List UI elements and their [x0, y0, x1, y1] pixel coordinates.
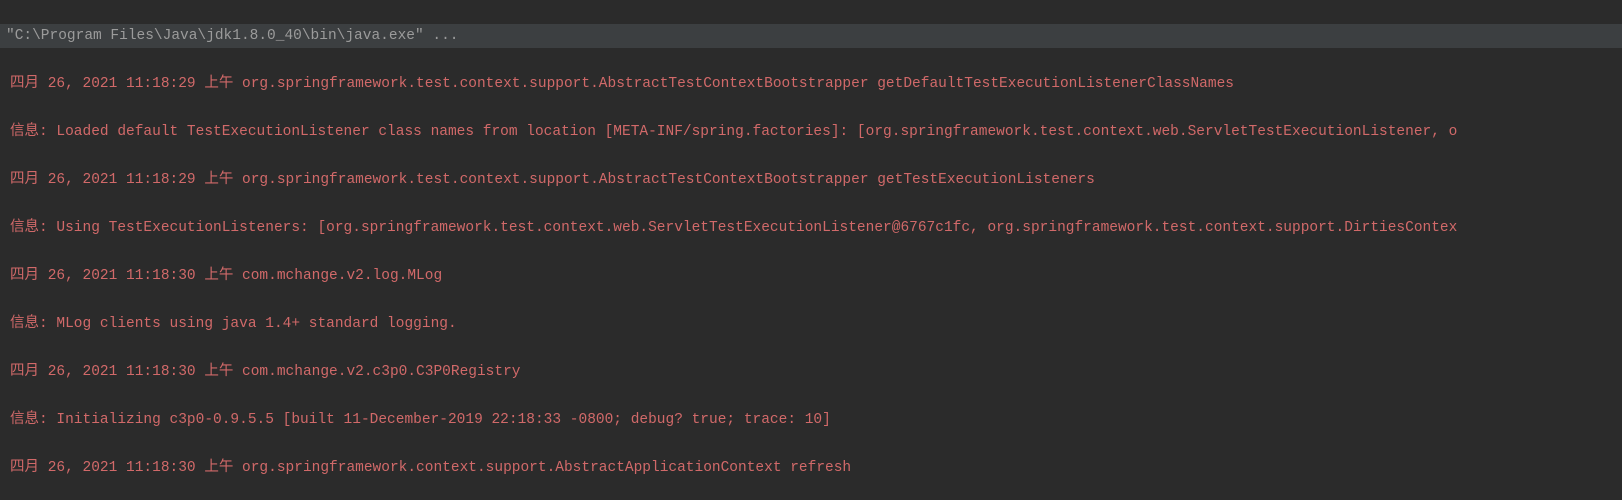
log-line: 信息: Loaded default TestExecutionListener…	[0, 120, 1622, 144]
log-line: 四月 26, 2021 11:18:29 上午 org.springframew…	[0, 72, 1622, 96]
log-line: 信息: Using TestExecutionListeners: [org.s…	[0, 216, 1622, 240]
console-output[interactable]: "C:\Program Files\Java\jdk1.8.0_40\bin\j…	[0, 0, 1622, 500]
log-line: 信息: Initializing c3p0-0.9.5.5 [built 11-…	[0, 408, 1622, 432]
log-line: 四月 26, 2021 11:18:30 上午 org.springframew…	[0, 456, 1622, 480]
log-line: 信息: MLog clients using java 1.4+ standar…	[0, 312, 1622, 336]
command-line-header: "C:\Program Files\Java\jdk1.8.0_40\bin\j…	[0, 24, 1622, 48]
log-line: 四月 26, 2021 11:18:30 上午 com.mchange.v2.c…	[0, 360, 1622, 384]
log-line: 四月 26, 2021 11:18:29 上午 org.springframew…	[0, 168, 1622, 192]
log-line: 四月 26, 2021 11:18:30 上午 com.mchange.v2.l…	[0, 264, 1622, 288]
